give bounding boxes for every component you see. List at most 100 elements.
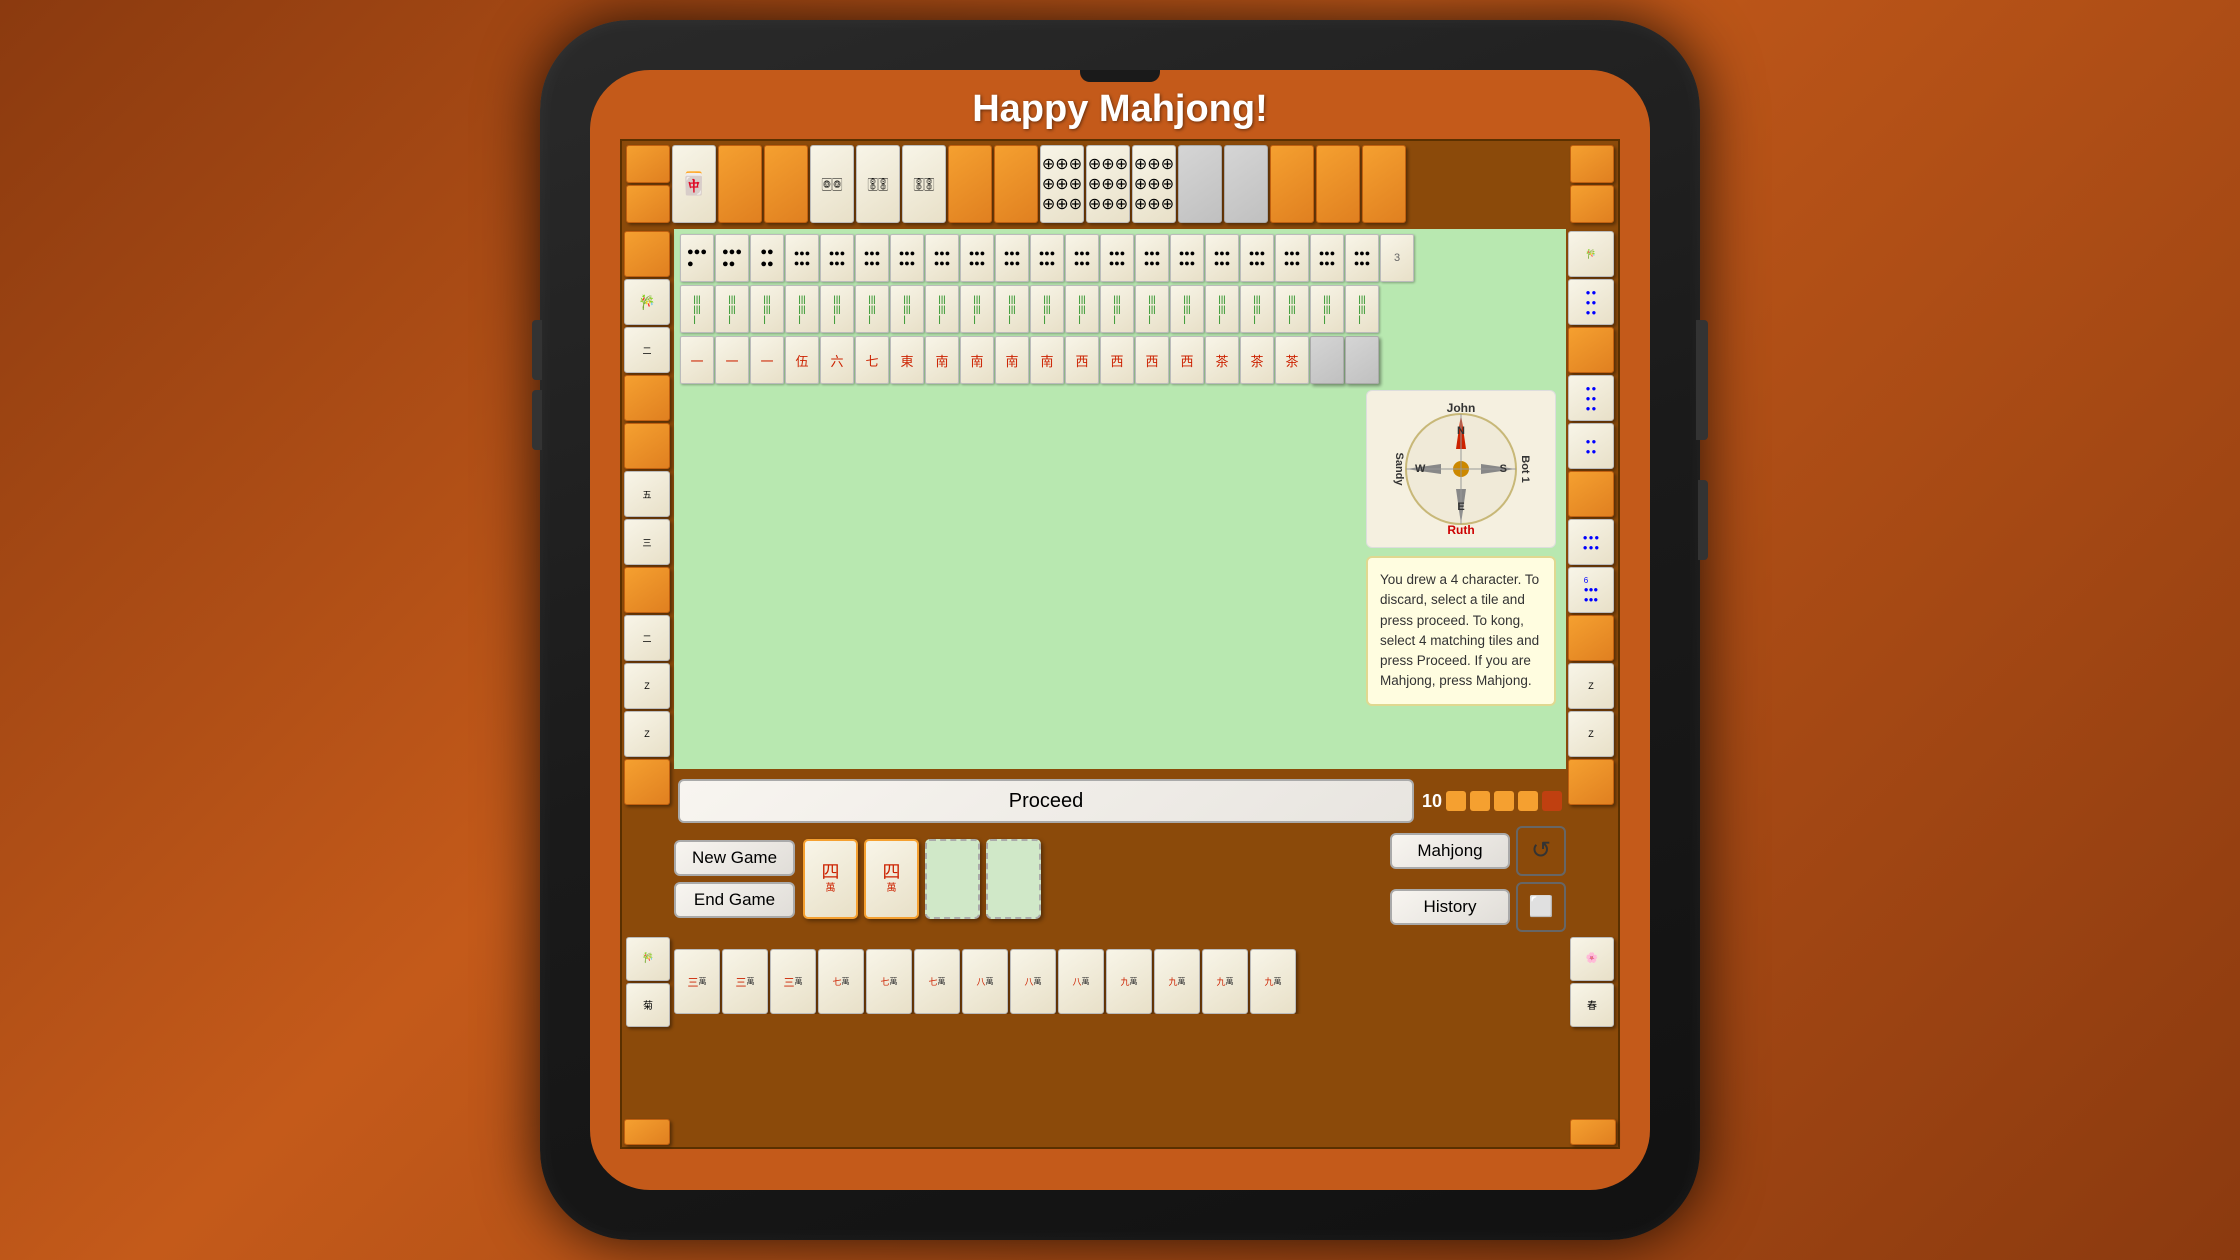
bt-r1-5[interactable]: ●●●●●● bbox=[820, 234, 854, 282]
drawn-tile-4[interactable] bbox=[986, 839, 1041, 919]
history-button[interactable]: History bbox=[1390, 889, 1510, 925]
bt-r1-7[interactable]: ●●●●●● bbox=[890, 234, 924, 282]
bt-r2-4[interactable]: ||||||| bbox=[785, 285, 819, 333]
bt-r1-13[interactable]: ●●●●●● bbox=[1100, 234, 1134, 282]
bt-r1-8[interactable]: ●●●●●● bbox=[925, 234, 959, 282]
bt-r1-17[interactable]: ●●●●●● bbox=[1240, 234, 1274, 282]
bt-r1-4[interactable]: ●●●●●● bbox=[785, 234, 819, 282]
drawn-tile-3[interactable] bbox=[925, 839, 980, 919]
bt-r2-2[interactable]: ||||||| bbox=[715, 285, 749, 333]
bt-r1-15[interactable]: ●●●●●● bbox=[1170, 234, 1204, 282]
ht-12[interactable]: 九萬 bbox=[1202, 949, 1248, 1014]
lc-11[interactable]: Z bbox=[624, 711, 670, 757]
ht-11[interactable]: 九萬 bbox=[1154, 949, 1200, 1014]
drawn-tile-2[interactable]: 四 萬 bbox=[864, 839, 919, 919]
lc-6[interactable]: 五 bbox=[624, 471, 670, 517]
bt-r1-2[interactable]: ●●●●● bbox=[715, 234, 749, 282]
bt-r2-5[interactable]: ||||||| bbox=[820, 285, 854, 333]
top-tile-6[interactable]: 🀚🀚 bbox=[902, 145, 946, 223]
bt-r2-9[interactable]: ||||||| bbox=[960, 285, 994, 333]
bt-r3-18[interactable]: 茶 bbox=[1275, 336, 1309, 384]
ht-13[interactable]: 九萬 bbox=[1250, 949, 1296, 1014]
bt-r3-11[interactable]: 南 bbox=[1030, 336, 1064, 384]
frame-button[interactable]: ⬜ bbox=[1516, 882, 1566, 932]
bt-r3-6[interactable]: 七 bbox=[855, 336, 889, 384]
rc-7[interactable]: ●●●●●● bbox=[1568, 519, 1614, 565]
bt-r2-18[interactable]: ||||||| bbox=[1275, 285, 1309, 333]
bt-r2-11[interactable]: ||||||| bbox=[1030, 285, 1064, 333]
bt-r2-3[interactable]: ||||||| bbox=[750, 285, 784, 333]
ht-5[interactable]: 七萬 bbox=[866, 949, 912, 1014]
proceed-button[interactable]: Proceed bbox=[678, 779, 1414, 823]
bt-r3-17[interactable]: 茶 bbox=[1240, 336, 1274, 384]
bt-r3-15[interactable]: 西 bbox=[1170, 336, 1204, 384]
rc-10[interactable]: Z bbox=[1568, 663, 1614, 709]
bt-r1-19[interactable]: ●●●●●● bbox=[1310, 234, 1344, 282]
bt-r1-11[interactable]: ●●●●●● bbox=[1030, 234, 1064, 282]
end-game-button[interactable]: End Game bbox=[674, 882, 795, 918]
bt-r3-2[interactable]: 一 bbox=[715, 336, 749, 384]
bt-r2-17[interactable]: ||||||| bbox=[1240, 285, 1274, 333]
rc-8[interactable]: 6●●●●●● bbox=[1568, 567, 1614, 613]
bt-r2-14[interactable]: ||||||| bbox=[1135, 285, 1169, 333]
bt-r3-1[interactable]: 一 bbox=[680, 336, 714, 384]
hc-l1[interactable]: 🎋 bbox=[626, 937, 670, 981]
bt-r3-7[interactable]: 東 bbox=[890, 336, 924, 384]
bt-r2-20[interactable]: ||||||| bbox=[1345, 285, 1379, 333]
bt-r2-8[interactable]: ||||||| bbox=[925, 285, 959, 333]
rotate-button[interactable]: ↺ bbox=[1516, 826, 1566, 876]
rc-11[interactable]: Z bbox=[1568, 711, 1614, 757]
bt-r1-9[interactable]: ●●●●●● bbox=[960, 234, 994, 282]
bt-r3-9[interactable]: 南 bbox=[960, 336, 994, 384]
top-tile-10[interactable]: ⊕⊕⊕⊕⊕⊕⊕⊕⊕ bbox=[1086, 145, 1130, 223]
bt-r1-18[interactable]: ●●●●●● bbox=[1275, 234, 1309, 282]
mahjong-button[interactable]: Mahjong bbox=[1390, 833, 1510, 869]
bt-r3-12[interactable]: 西 bbox=[1065, 336, 1099, 384]
rc-1[interactable]: 🎋 bbox=[1568, 231, 1614, 277]
bt-r1-21[interactable]: 3 bbox=[1380, 234, 1414, 282]
rc-5[interactable]: ●●●● bbox=[1568, 423, 1614, 469]
ht-8[interactable]: 八萬 bbox=[1010, 949, 1056, 1014]
volume-down-button[interactable] bbox=[532, 390, 542, 450]
bt-r2-19[interactable]: ||||||| bbox=[1310, 285, 1344, 333]
bt-r2-10[interactable]: ||||||| bbox=[995, 285, 1029, 333]
rc-2[interactable]: ●●●●●● bbox=[1568, 279, 1614, 325]
side-button[interactable] bbox=[1698, 480, 1708, 560]
bt-r1-10[interactable]: ●●●●●● bbox=[995, 234, 1029, 282]
top-tile-5[interactable]: 🀚🀚 bbox=[856, 145, 900, 223]
bt-r1-20[interactable]: ●●●●●● bbox=[1345, 234, 1379, 282]
top-tile-4[interactable]: 🀙🀙 bbox=[810, 145, 854, 223]
bt-r1-12[interactable]: ●●●●●● bbox=[1065, 234, 1099, 282]
bt-r3-13[interactable]: 西 bbox=[1100, 336, 1134, 384]
ht-1[interactable]: 三萬 bbox=[674, 949, 720, 1014]
bt-r3-4[interactable]: 伍 bbox=[785, 336, 819, 384]
ht-9[interactable]: 八萬 bbox=[1058, 949, 1104, 1014]
bt-r1-1[interactable]: ●●●● bbox=[680, 234, 714, 282]
lc-10[interactable]: Z bbox=[624, 663, 670, 709]
top-tile-9[interactable]: ⊕⊕⊕⊕⊕⊕⊕⊕⊕ bbox=[1040, 145, 1084, 223]
hc-l2[interactable]: 菊 bbox=[626, 983, 670, 1027]
ht-3[interactable]: 三萬 bbox=[770, 949, 816, 1014]
bt-r2-16[interactable]: ||||||| bbox=[1205, 285, 1239, 333]
lc-2[interactable]: 🎋 bbox=[624, 279, 670, 325]
hc-r1[interactable]: 🌸 bbox=[1570, 937, 1614, 981]
bt-r3-3[interactable]: 一 bbox=[750, 336, 784, 384]
bt-r1-16[interactable]: ●●●●●● bbox=[1205, 234, 1239, 282]
bt-r3-5[interactable]: 六 bbox=[820, 336, 854, 384]
rc-4[interactable]: ●●●●●● bbox=[1568, 375, 1614, 421]
bt-r2-12[interactable]: ||||||| bbox=[1065, 285, 1099, 333]
bt-r1-3[interactable]: ●●●● bbox=[750, 234, 784, 282]
bt-r2-7[interactable]: ||||||| bbox=[890, 285, 924, 333]
new-game-button[interactable]: New Game bbox=[674, 840, 795, 876]
lc-3[interactable]: 二 bbox=[624, 327, 670, 373]
ht-6[interactable]: 七萬 bbox=[914, 949, 960, 1014]
top-tile-11[interactable]: ⊕⊕⊕⊕⊕⊕⊕⊕⊕ bbox=[1132, 145, 1176, 223]
power-button[interactable] bbox=[1696, 320, 1708, 440]
volume-up-button[interactable] bbox=[532, 320, 542, 380]
ht-10[interactable]: 九萬 bbox=[1106, 949, 1152, 1014]
ht-4[interactable]: 七萬 bbox=[818, 949, 864, 1014]
bt-r2-15[interactable]: ||||||| bbox=[1170, 285, 1204, 333]
lc-7[interactable]: 三 bbox=[624, 519, 670, 565]
top-tile-1[interactable]: 🀄 bbox=[672, 145, 716, 223]
bt-r3-10[interactable]: 南 bbox=[995, 336, 1029, 384]
